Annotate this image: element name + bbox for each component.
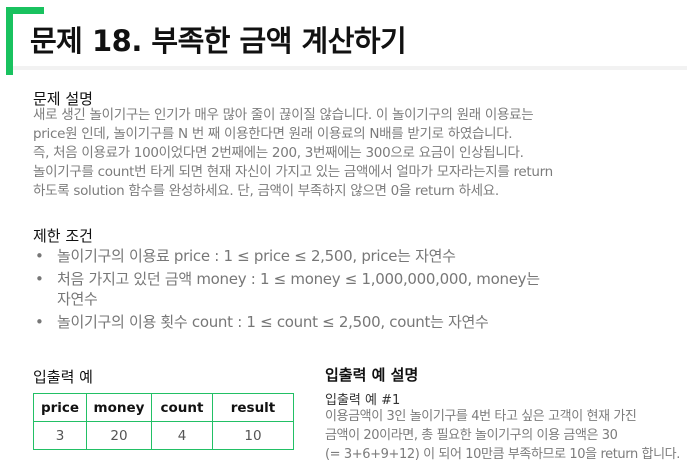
column-header-result: result: [212, 393, 294, 422]
explanation-subheading: 입출력 예 #1: [325, 393, 401, 408]
constraint-item: • 놀이기구의 이용 횟수 count : 1 ≤ count ≤ 2,500,…: [33, 312, 653, 332]
title-divider: [13, 66, 687, 70]
constraints-list: • 놀이기구의 이용료 price : 1 ≤ price ≤ 2,500, p…: [33, 246, 653, 335]
bullet-icon: •: [35, 313, 44, 331]
title-bracket-left: [6, 7, 13, 75]
table-cell: 10: [212, 421, 294, 450]
description-text: 새로 생긴 놀이기구는 인기가 매우 많아 줄이 끊이질 않습니다. 이 놀이기…: [33, 106, 673, 201]
table-cell: 3: [33, 421, 87, 450]
description-line: 놀이기구를 count번 타게 되면 현재 자신이 가지고 있는 금액에서 얼마…: [33, 164, 553, 180]
constraint-text: 놀이기구의 이용 횟수 count : 1 ≤ count ≤ 2,500, c…: [57, 313, 489, 331]
constraint-text: 처음 가지고 있던 금액 money : 1 ≤ money ≤ 1,000,0…: [57, 270, 540, 288]
explanation-heading: 입출력 예 설명: [325, 366, 419, 384]
constraint-text-continued: 자연수: [57, 290, 98, 308]
description-line: 즉, 처음 이용료가 100이었다면 2번째에는 200, 3번째에는 300으…: [33, 145, 524, 161]
explanation-line: (= 3+6+9+12) 이 되어 10만큼 부족하므로 10을 return …: [325, 447, 680, 462]
page-title: 문제 18. 부족한 금액 계산하기: [30, 24, 407, 58]
description-line: 하도록 solution 함수를 완성하세요. 단, 금액이 부족하지 않으면 …: [33, 183, 499, 199]
column-header-count: count: [151, 393, 213, 422]
bullet-icon: •: [35, 247, 44, 265]
table-cell: 20: [86, 421, 152, 450]
io-table: price money count result 3 20 4 10: [33, 393, 294, 450]
explanation-line: 금액이 20이라면, 총 필요한 놀이기구의 이용 금액은 30: [325, 428, 618, 443]
column-header-money: money: [86, 393, 152, 422]
io-heading: 입출력 예: [33, 368, 93, 386]
explanation-line: 이용금액이 3인 놀이기구를 4번 타고 싶은 고객이 현재 가진: [325, 409, 637, 424]
table-cell: 4: [151, 421, 213, 450]
constraints-heading: 제한 조건: [33, 227, 93, 245]
table-header-row: price money count result: [33, 393, 294, 422]
column-header-price: price: [33, 393, 87, 422]
constraint-text: 놀이기구의 이용료 price : 1 ≤ price ≤ 2,500, pri…: [57, 247, 456, 265]
constraint-item: • 놀이기구의 이용료 price : 1 ≤ price ≤ 2,500, p…: [33, 246, 653, 266]
explanation-text: 이용금액이 3인 놀이기구를 4번 타고 싶은 고객이 현재 가진 금액이 20…: [325, 407, 685, 464]
description-line: 새로 생긴 놀이기구는 인기가 매우 많아 줄이 끊이질 않습니다. 이 놀이기…: [33, 107, 534, 123]
description-line: price원 인데, 놀이기구를 N 번 째 이용한다면 원래 이용료의 N배를…: [33, 126, 513, 142]
table-row: 3 20 4 10: [33, 421, 294, 450]
constraint-item: • 처음 가지고 있던 금액 money : 1 ≤ money ≤ 1,000…: [33, 269, 653, 309]
bullet-icon: •: [35, 270, 44, 288]
